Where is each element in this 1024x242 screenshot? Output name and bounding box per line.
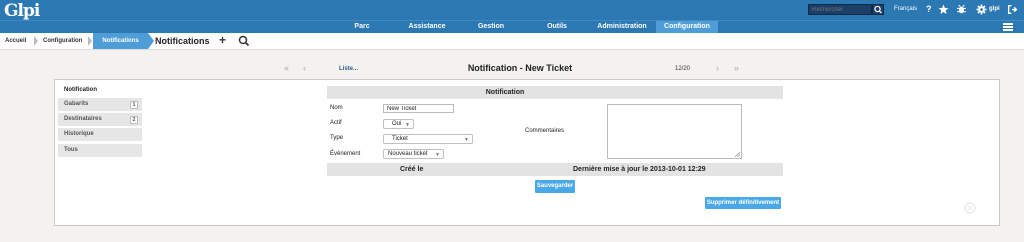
gear-icon[interactable] bbox=[976, 4, 987, 15]
breadcrumb: Accueil Configuration Notifications Noti… bbox=[0, 33, 1024, 50]
tab-historique[interactable]: Historique bbox=[58, 128, 142, 141]
name-field[interactable] bbox=[383, 104, 454, 113]
save-button[interactable]: Sauvegarder bbox=[535, 180, 575, 193]
comments-label: Commentaires bbox=[525, 128, 565, 134]
chevron-down-icon: ▼ bbox=[464, 137, 469, 143]
watermark-gear-icon bbox=[964, 202, 976, 214]
record-title: Notification - New Ticket bbox=[467, 63, 573, 73]
menu-administration[interactable]: Administration bbox=[588, 21, 656, 33]
last-record-icon[interactable]: » bbox=[734, 63, 739, 73]
next-record-icon[interactable]: › bbox=[716, 63, 719, 73]
count-badge: 2 bbox=[130, 116, 138, 124]
tab-tous[interactable]: Tous bbox=[58, 144, 142, 157]
user-name[interactable]: glpi bbox=[989, 6, 1000, 12]
delete-permanently-button[interactable]: Supprimer définitivement bbox=[705, 197, 781, 209]
search-input[interactable] bbox=[808, 4, 872, 15]
breadcrumb-home[interactable]: Accueil bbox=[0, 33, 26, 49]
add-icon[interactable]: + bbox=[219, 33, 226, 47]
menu-outils[interactable]: Outils bbox=[538, 21, 576, 33]
help-icon[interactable]: ? bbox=[926, 3, 932, 15]
main-panel bbox=[54, 79, 1000, 226]
type-label: Type bbox=[330, 135, 344, 141]
info-row bbox=[327, 163, 783, 176]
bug-icon[interactable] bbox=[956, 4, 967, 15]
event-label: Évènement bbox=[330, 151, 361, 157]
active-label: Actif bbox=[330, 120, 342, 126]
active-value: Oui bbox=[392, 121, 402, 127]
event-select[interactable]: Nouveau ticket ▼ bbox=[383, 149, 444, 159]
search-button[interactable] bbox=[872, 4, 884, 15]
menu-assistance[interactable]: Assistance bbox=[398, 21, 456, 33]
count-badge: 1 bbox=[130, 101, 138, 109]
active-select[interactable]: Oui ▼ bbox=[383, 119, 414, 129]
event-value: Nouveau ticket bbox=[388, 151, 428, 157]
logout-icon[interactable] bbox=[1007, 4, 1018, 15]
name-label: Nom bbox=[330, 105, 343, 111]
breadcrumb-arrow-icon bbox=[148, 33, 154, 49]
tab-label: Destinataires bbox=[64, 116, 102, 122]
form-header: Notification bbox=[327, 86, 783, 99]
glpi-logo[interactable]: Glpi bbox=[4, 1, 40, 21]
tab-destinataires[interactable]: Destinataires 2 bbox=[58, 113, 142, 126]
resize-handle-icon[interactable] bbox=[735, 152, 740, 157]
record-counter: 12/20 bbox=[675, 66, 691, 72]
menu-parc[interactable]: Parc bbox=[340, 21, 384, 33]
tab-notification[interactable]: Notification bbox=[58, 83, 142, 97]
first-record-icon[interactable]: « bbox=[284, 63, 289, 73]
search-icon[interactable] bbox=[237, 34, 251, 48]
breadcrumb-separator-icon bbox=[88, 36, 92, 46]
breadcrumb-notifications[interactable]: Notifications bbox=[93, 33, 148, 49]
star-icon[interactable] bbox=[938, 4, 949, 15]
tab-gabarits[interactable]: Gabarits 1 bbox=[58, 98, 142, 111]
chevron-down-icon: ▼ bbox=[435, 152, 440, 158]
search-icon bbox=[874, 5, 882, 14]
type-value: Ticket bbox=[392, 136, 408, 142]
menu-configuration[interactable]: Configuration bbox=[656, 21, 718, 33]
tab-label: Gabarits bbox=[64, 101, 89, 107]
hamburger-menu-icon[interactable] bbox=[1003, 23, 1013, 31]
chevron-down-icon: ▼ bbox=[405, 122, 410, 128]
list-link[interactable]: Liste... bbox=[339, 66, 358, 72]
language-selector[interactable]: Français bbox=[894, 6, 917, 12]
previous-record-icon[interactable]: ‹ bbox=[303, 63, 306, 73]
menu-gestion[interactable]: Gestion bbox=[470, 21, 512, 33]
comments-textarea[interactable] bbox=[607, 104, 742, 159]
top-header: Glpi Français ? glpi bbox=[0, 0, 1024, 21]
page-title: Notifications bbox=[155, 36, 210, 46]
created-label: Créé le bbox=[400, 166, 424, 173]
main-menu: Parc Assistance Gestion Outils Administr… bbox=[0, 20, 1024, 33]
breadcrumb-configuration[interactable]: Configuration bbox=[38, 33, 82, 49]
last-update-label: Dernière mise à jour le 2013-10-01 12:29 bbox=[573, 166, 706, 173]
type-select[interactable]: Ticket ▼ bbox=[383, 134, 473, 144]
